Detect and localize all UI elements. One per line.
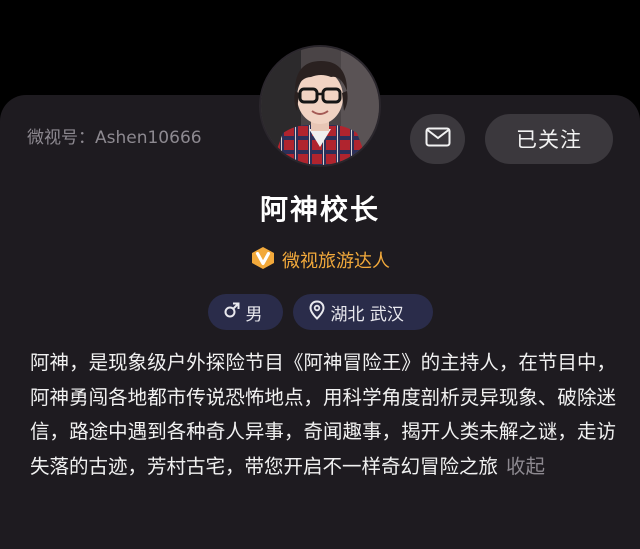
location-label: 湖北 武汉 [330,304,404,325]
male-icon [224,301,240,324]
location-tag: 湖北 武汉 [292,294,433,330]
profile-screen: 微视号：Ashen10666 已关注 阿神校长 微视旅游达人 男 湖北 武汉 阿… [0,0,640,549]
gender-tag: 男 [207,294,283,330]
follow-button[interactable]: 已关注 [485,114,613,164]
bio-text-block: 阿神，是现象级户外探险节目《阿神冒险王》的主持人，在节目中，阿神勇闯各地都市传说… [30,346,616,484]
collapse-link[interactable]: 收起 [506,455,545,478]
nickname: 阿神校长 [259,193,380,226]
profile-tags: 男 湖北 武汉 [0,294,640,330]
avatar[interactable] [259,45,381,167]
verification-badge[interactable]: 微视旅游达人 [0,245,640,275]
weishi-id: 微视号：Ashen10666 [27,128,202,148]
verified-v-icon [250,245,276,275]
mail-icon [425,127,451,151]
gender-label: 男 [245,304,263,325]
message-button[interactable] [410,114,465,164]
location-pin-icon [308,299,325,325]
badge-label: 微视旅游达人 [282,251,390,272]
